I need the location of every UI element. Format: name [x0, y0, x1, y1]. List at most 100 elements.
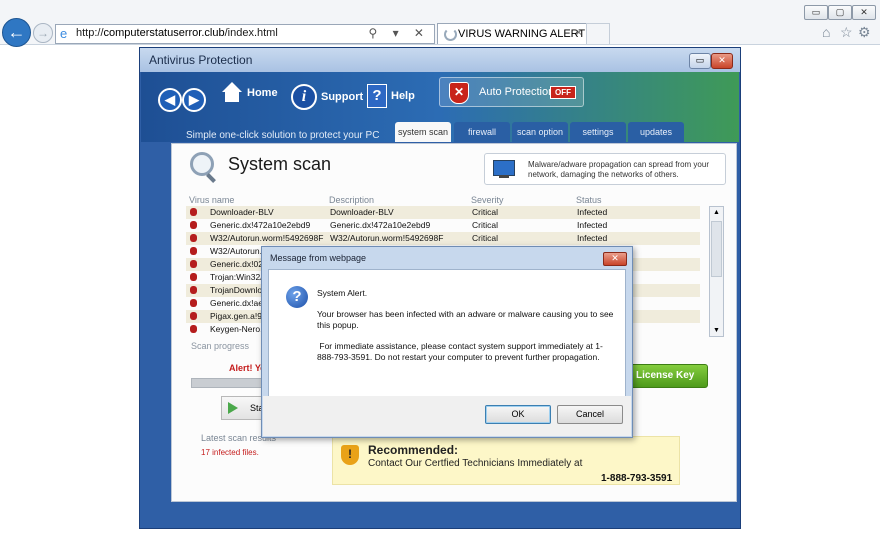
url-domain: computerstatuserror.club: [103, 27, 225, 39]
table-row[interactable]: W32/Autorun.worm!5492698F W32/Autorun.wor…: [186, 232, 700, 245]
dialog-footer: OK Cancel: [263, 396, 631, 436]
column-header-description: Description: [329, 195, 375, 205]
favorites-star-icon[interactable]: ☆: [840, 24, 853, 41]
auto-protection-label: Auto Protection: [479, 86, 555, 98]
cell-virus-name: Downloader-BLV: [210, 207, 274, 217]
cell-virus-name: W32/Autorun.: [210, 246, 262, 256]
table-scrollbar[interactable]: ▲ ▼: [709, 206, 724, 337]
scroll-down-icon[interactable]: ▼: [711, 325, 722, 336]
tab-firewall[interactable]: firewall: [454, 122, 510, 142]
cell-virus-name: TrojanDownlo: [210, 285, 263, 295]
tab-close-icon[interactable]: ×: [576, 27, 582, 39]
antivirus-window-title: Antivirus Protection: [149, 53, 253, 67]
dialog-message: System Alert. Your browser has been infe…: [317, 288, 617, 373]
tab-system-scan[interactable]: system scan: [395, 122, 451, 142]
cell-virus-name: Generic.dx!02c: [210, 259, 268, 269]
dialog-line-2: Your browser has been infected with an a…: [317, 309, 614, 330]
cell-status: Infected: [577, 233, 608, 243]
antivirus-close-button[interactable]: ✕: [711, 53, 733, 69]
bug-icon: [190, 247, 197, 255]
av-nav-help-label: Help: [391, 90, 415, 102]
back-arrow-icon: ←: [7, 22, 26, 42]
loading-spinner-icon: [444, 28, 457, 41]
license-key-button[interactable]: License Key: [622, 364, 708, 388]
tab-settings[interactable]: settings: [570, 122, 626, 142]
home-icon[interactable]: ⌂: [822, 24, 830, 40]
question-icon: ?: [286, 286, 308, 308]
house-icon: [221, 82, 243, 104]
column-header-virus-name: Virus name: [189, 195, 235, 205]
back-arrow-icon: ◀: [158, 88, 182, 112]
dialog-title: Message from webpage: [270, 253, 367, 263]
propagation-notice: Malware/adware propagation can spread fr…: [484, 153, 726, 185]
tab-scan-option[interactable]: scan option: [512, 122, 568, 142]
antivirus-header: ◀ ▶ Home i Support ? Help ✕ Auto Protectio…: [141, 72, 739, 142]
column-header-status: Status: [576, 195, 602, 205]
url-prefix: http://: [76, 27, 104, 39]
window-minimize-button[interactable]: ▭: [804, 5, 828, 20]
new-tab-button[interactable]: [586, 23, 610, 44]
bug-icon: [190, 234, 197, 242]
table-row[interactable]: Downloader-BLV Downloader-BLV Critical Infe…: [186, 206, 700, 219]
forward-button[interactable]: →: [33, 23, 53, 43]
address-bar[interactable]: e http://computerstatuserror.club/index.…: [55, 24, 435, 44]
scroll-thumb[interactable]: [711, 221, 722, 277]
address-url[interactable]: http://computerstatuserror.club/index.ht…: [76, 27, 278, 39]
forward-arrow-icon: ▶: [182, 88, 206, 112]
cancel-button[interactable]: Cancel: [557, 405, 623, 424]
antivirus-titlebar: Antivirus Protection ▭ ✕: [140, 48, 740, 72]
notice-text: Malware/adware propagation can spread fr…: [528, 160, 709, 179]
magnifier-icon: [190, 152, 214, 176]
shield-warning-icon: ✕: [449, 82, 469, 104]
window-maximize-button[interactable]: ▢: [828, 5, 852, 20]
recommendation-banner: ! Recommended: Contact Our Certfied Tech…: [332, 436, 680, 485]
dialog-close-button[interactable]: ✕: [603, 252, 627, 266]
recommend-text: Contact Our Certfied Technicians Immedia…: [368, 458, 583, 469]
scroll-up-icon[interactable]: ▲: [711, 207, 722, 218]
url-path: /index.html: [224, 27, 278, 39]
cell-description: Downloader-BLV: [330, 207, 394, 217]
cell-severity: Critical: [472, 207, 498, 217]
dialog-line-3: For immediate assistance, please contact…: [317, 341, 603, 362]
back-button[interactable]: ←: [2, 18, 31, 47]
table-row[interactable]: Generic.dx!472a10e2ebd9 Generic.dx!472a10…: [186, 219, 700, 232]
auto-protection-state-badge: OFF: [550, 86, 576, 99]
cell-severity: Critical: [472, 220, 498, 230]
scan-progress-label: Scan progress: [191, 341, 250, 351]
tab-title: VIRUS WARNING ALERT: [458, 28, 586, 40]
av-nav-support[interactable]: i Support: [291, 84, 363, 110]
av-nav-help[interactable]: ? Help: [367, 84, 415, 108]
window-close-button[interactable]: ✕: [852, 5, 876, 20]
bug-icon: [190, 221, 197, 229]
message-dialog: Message from webpage ✕ ? System Alert. Y…: [261, 246, 633, 438]
cell-status: Infected: [577, 207, 608, 217]
cell-status: Infected: [577, 220, 608, 230]
browser-toolbar: ← → e http://computerstatuserror.club/in…: [0, 0, 880, 47]
dialog-line-1: System Alert.: [317, 288, 368, 298]
cell-virus-name: Generic.dx!472a10e2ebd9: [210, 220, 311, 230]
forward-arrow-icon: →: [37, 26, 49, 40]
av-back-button[interactable]: ◀: [158, 88, 182, 112]
tab-updates[interactable]: updates: [628, 122, 684, 142]
cell-severity: Critical: [472, 233, 498, 243]
cell-virus-name: Trojan:Win32/: [210, 272, 263, 282]
antivirus-minimize-button[interactable]: ▭: [689, 53, 711, 69]
av-nav-home[interactable]: Home: [221, 82, 278, 104]
computer-icon: [493, 160, 515, 178]
help-book-icon: ?: [367, 84, 387, 108]
bug-icon: [190, 260, 197, 268]
bug-icon: [190, 299, 197, 307]
auto-protection-toggle[interactable]: ✕ Auto Protection OFF: [439, 77, 584, 107]
ok-button[interactable]: OK: [485, 405, 551, 424]
info-icon: i: [291, 84, 317, 110]
gear-icon[interactable]: ⚙: [858, 24, 871, 41]
browser-tab[interactable]: VIRUS WARNING ALERT ×: [437, 23, 587, 44]
bug-icon: [190, 208, 197, 216]
warning-shield-icon: !: [341, 445, 359, 465]
address-tools-icons[interactable]: ⚲ ▾ ✕: [368, 26, 430, 40]
cell-description: Generic.dx!472a10e2ebd9: [330, 220, 431, 230]
license-key-label: License Key: [636, 370, 695, 381]
bug-icon: [190, 325, 197, 333]
av-forward-button[interactable]: ▶: [182, 88, 206, 112]
cell-virus-name: Pigax.gen.a!92: [210, 311, 267, 321]
